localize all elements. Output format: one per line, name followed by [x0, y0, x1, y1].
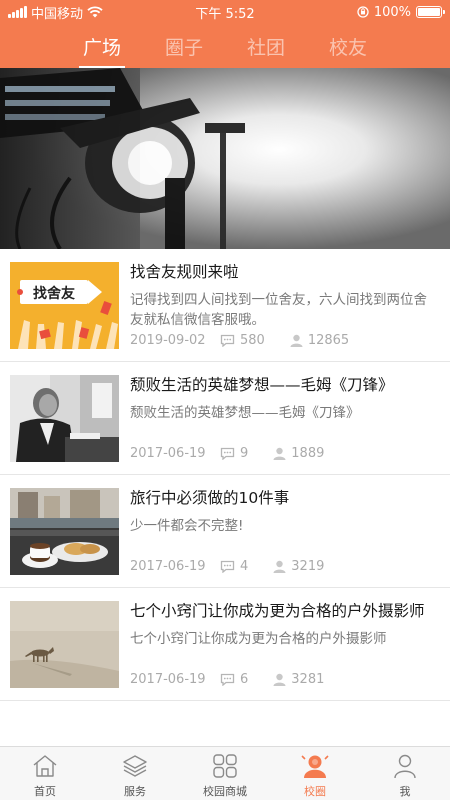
comment-icon — [220, 560, 235, 573]
comment-count-value: 6 — [240, 672, 249, 687]
article-summary: 颓败生活的英雄梦想——毛姆《刀锋》 — [130, 405, 360, 421]
nav-me-label: 我 — [399, 785, 411, 798]
battery-level — [418, 8, 440, 16]
comment-count-value: 580 — [240, 333, 265, 348]
view-count-value: 3281 — [291, 672, 325, 687]
tab-circles[interactable]: 圈子 — [163, 33, 205, 60]
view-count: 12865 — [290, 333, 349, 348]
article-meta: 2019-09-02 580 12865 — [130, 333, 440, 348]
comment-count: 580 — [220, 333, 265, 348]
comment-count-value: 4 — [240, 559, 249, 574]
comment-icon — [220, 334, 235, 347]
comment-icon — [220, 447, 235, 460]
campus-circle-icon — [301, 752, 329, 780]
article-summary: 七个小窍门让你成为更为合格的户外摄影师 — [130, 631, 387, 647]
article-meta: 2017-06-19 4 3219 — [130, 559, 440, 574]
svg-text:找舍友: 找舍友 — [33, 285, 75, 302]
nav-mall[interactable]: 校园商城 — [180, 747, 270, 800]
nav-service-label: 服务 — [124, 785, 146, 798]
article-date: 2017-06-19 — [130, 672, 206, 687]
view-count: 1889 — [273, 446, 324, 461]
battery-percent: 100% — [373, 4, 411, 20]
article-thumbnail — [10, 488, 119, 575]
article-thumbnail: 找舍友 — [10, 262, 119, 349]
article-meta: 2017-06-19 6 3281 — [130, 672, 440, 687]
status-left: 中国移动 — [8, 3, 103, 22]
nav-campus-circle[interactable]: 校圈 — [270, 747, 360, 800]
article-summary: 记得找到四人间找到一位舍友，六人间找到两位舍友就私信微信客服哦。 — [130, 292, 427, 328]
person-icon — [273, 560, 286, 573]
article-meta: 2017-06-19 9 1889 — [130, 446, 440, 461]
tab-plaza[interactable]: 广场 — [78, 33, 126, 68]
article-feed: 找舍友 找舍友规则来啦 记得找到四人间找到一位舍友，六人间找到两位舍友就私信微信… — [0, 249, 450, 746]
layers-icon — [121, 752, 149, 780]
article-item[interactable]: 旅行中必须做的10件事 少一件都会不完整! 2017-06-19 4 3219 — [0, 475, 450, 588]
article-item[interactable]: 颓败生活的英雄梦想——毛姆《刀锋》 颓败生活的英雄梦想——毛姆《刀锋》 2017… — [0, 362, 450, 475]
article-body: 七个小窍门让你成为更为合格的户外摄影师 七个小窍门让你成为更为合格的户外摄影师 … — [130, 601, 440, 700]
view-count-value: 3219 — [291, 559, 325, 574]
article-title: 颓败生活的英雄梦想——毛姆《刀锋》 — [130, 376, 394, 394]
nav-home[interactable]: 首页 — [0, 747, 90, 800]
article-title: 旅行中必须做的10件事 — [130, 489, 290, 507]
person-icon — [273, 673, 286, 686]
grid-icon — [211, 752, 239, 780]
article-date: 2019-09-02 — [130, 333, 206, 348]
comment-count: 4 — [220, 559, 248, 574]
view-count: 3281 — [273, 672, 324, 687]
top-tabs: 广场 圈子 社团 校友 — [0, 24, 450, 68]
nav-campus-circle-label: 校圈 — [304, 785, 326, 798]
tab-alumni[interactable]: 校友 — [327, 33, 369, 60]
article-body: 旅行中必须做的10件事 少一件都会不完整! 2017-06-19 4 3219 — [130, 488, 440, 587]
comment-icon — [220, 673, 235, 686]
comment-count-value: 9 — [240, 446, 249, 461]
article-body: 颓败生活的英雄梦想——毛姆《刀锋》 颓败生活的英雄梦想——毛姆《刀锋》 2017… — [130, 375, 440, 474]
orientation-lock-icon — [357, 6, 369, 18]
bottom-nav: 首页 服务 校园商城 校圈 我 — [0, 746, 450, 800]
article-thumbnail — [10, 601, 119, 688]
view-count-value: 1889 — [291, 446, 325, 461]
nav-me[interactable]: 我 — [360, 747, 450, 800]
home-icon — [31, 752, 59, 780]
tab-clubs[interactable]: 社团 — [245, 33, 287, 60]
user-icon — [391, 752, 419, 780]
article-date: 2017-06-19 — [130, 559, 206, 574]
app-header: 中国移动 下午 5:52 100% 广场 圈子 社团 校友 — [0, 0, 450, 68]
article-date: 2017-06-19 — [130, 446, 206, 461]
article-item[interactable]: 七个小窍门让你成为更为合格的户外摄影师 七个小窍门让你成为更为合格的户外摄影师 … — [0, 588, 450, 701]
wifi-icon — [87, 6, 103, 18]
nav-home-label: 首页 — [34, 785, 56, 798]
article-item[interactable]: 找舍友 找舍友规则来啦 记得找到四人间找到一位舍友，六人间找到两位舍友就私信微信… — [0, 249, 450, 362]
article-title: 七个小窍门让你成为更为合格的户外摄影师 — [130, 602, 425, 620]
battery-icon — [416, 6, 445, 18]
comment-count: 9 — [220, 446, 248, 461]
status-bar: 中国移动 下午 5:52 100% — [0, 0, 450, 24]
spotlight-illustration — [0, 68, 450, 249]
banner-image[interactable] — [0, 68, 450, 249]
person-icon — [273, 447, 286, 460]
view-count: 3219 — [273, 559, 324, 574]
signal-icon — [8, 6, 27, 18]
view-count-value: 12865 — [307, 333, 350, 348]
nav-mall-label: 校园商城 — [203, 785, 247, 798]
article-body: 找舍友规则来啦 记得找到四人间找到一位舍友，六人间找到两位舍友就私信微信客服哦。… — [130, 262, 440, 361]
status-right: 100% — [357, 4, 445, 20]
comment-count: 6 — [220, 672, 248, 687]
carrier-name: 中国移动 — [31, 6, 84, 22]
person-icon — [290, 334, 303, 347]
article-title: 找舍友规则来啦 — [130, 263, 239, 281]
article-summary: 少一件都会不完整! — [130, 518, 244, 534]
article-thumbnail — [10, 375, 119, 462]
nav-service[interactable]: 服务 — [90, 747, 180, 800]
